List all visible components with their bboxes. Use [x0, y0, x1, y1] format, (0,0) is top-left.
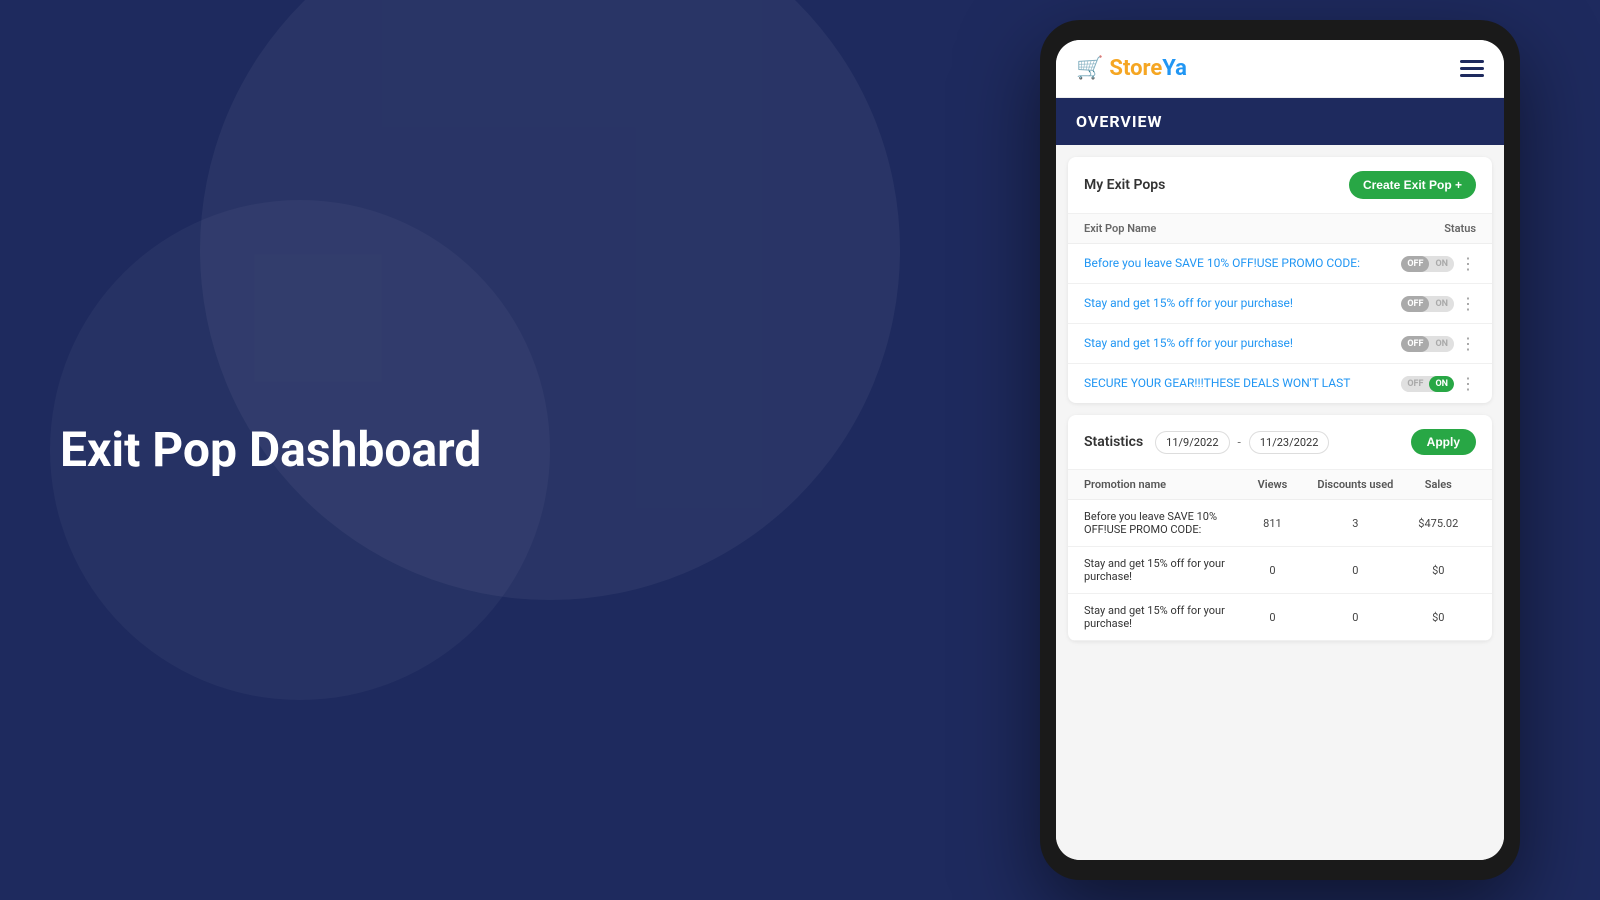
left-section: Exit Pop Dashboard [60, 421, 481, 479]
app-content[interactable]: My Exit Pops Create Exit Pop + Exit Pop … [1056, 145, 1504, 860]
stats-sales: $0 [1401, 611, 1476, 624]
exit-pop-row: Stay and get 15% off for your purchase! … [1068, 284, 1492, 324]
toggle-off-label: OFF [1401, 336, 1429, 352]
exit-pop-row: Before you leave SAVE 10% OFF!USE PROMO … [1068, 244, 1492, 284]
col-name-header: Exit Pop Name [1084, 222, 1156, 235]
toggle-off-label: OFF [1401, 256, 1429, 272]
stats-promo-name: Stay and get 15% off for your purchase! [1084, 557, 1235, 583]
stats-col-promo: Promotion name [1084, 478, 1235, 491]
stats-discounts: 0 [1310, 611, 1400, 624]
exit-pop-row: SECURE YOUR GEAR!!!THESE DEALS WON'T LAS… [1068, 364, 1492, 403]
apply-button[interactable]: Apply [1411, 429, 1476, 455]
stats-views: 811 [1235, 517, 1310, 530]
exit-pop-name: Stay and get 15% off for your purchase! [1084, 295, 1393, 312]
date-to-input[interactable]: 11/23/2022 [1249, 431, 1330, 454]
more-options-icon[interactable]: ⋮ [1460, 374, 1476, 393]
exit-pops-title: My Exit Pops [1084, 177, 1165, 193]
exit-pop-row: Stay and get 15% off for your purchase! … [1068, 324, 1492, 364]
stats-col-discounts: Discounts used [1310, 478, 1400, 491]
stats-sales: $475.02 [1401, 517, 1476, 530]
stats-row: Stay and get 15% off for your purchase! … [1068, 594, 1492, 641]
more-options-icon[interactable]: ⋮ [1460, 254, 1476, 273]
exit-pops-card-header: My Exit Pops Create Exit Pop + [1068, 157, 1492, 214]
exit-pops-table-header: Exit Pop Name Status [1068, 214, 1492, 244]
stats-sales: $0 [1401, 564, 1476, 577]
toggle-switch[interactable]: OFF ON [1401, 376, 1454, 392]
app-header: 🛒 StoreYa [1056, 40, 1504, 98]
statistics-card: Statistics 11/9/2022 - 11/23/2022 Apply … [1068, 415, 1492, 641]
logo-cart-icon: 🛒 [1076, 56, 1103, 81]
row-right: OFF ON ⋮ [1401, 374, 1476, 393]
row-right: OFF ON ⋮ [1401, 334, 1476, 353]
exit-pop-name: Before you leave SAVE 10% OFF!USE PROMO … [1084, 255, 1393, 272]
statistics-table-header: Promotion name Views Discounts used Sale… [1068, 470, 1492, 500]
exit-pop-name: Stay and get 15% off for your purchase! [1084, 335, 1393, 352]
stats-discounts: 3 [1310, 517, 1400, 530]
stats-col-sales: Sales [1401, 478, 1476, 491]
page-title: Exit Pop Dashboard [60, 421, 481, 479]
toggle-on-label: ON [1429, 336, 1454, 352]
row-right: OFF ON ⋮ [1401, 294, 1476, 313]
more-options-icon[interactable]: ⋮ [1460, 294, 1476, 313]
overview-header: OVERVIEW [1056, 98, 1504, 145]
toggle-switch[interactable]: OFF ON [1401, 336, 1454, 352]
logo-text: StoreYa [1109, 56, 1187, 81]
statistics-title: Statistics [1084, 434, 1143, 450]
statistics-header: Statistics 11/9/2022 - 11/23/2022 Apply [1068, 415, 1492, 470]
stats-promo-name: Before you leave SAVE 10% OFF!USE PROMO … [1084, 510, 1235, 536]
more-options-icon[interactable]: ⋮ [1460, 334, 1476, 353]
col-status-header: Status [1444, 222, 1476, 235]
row-right: OFF ON ⋮ [1401, 254, 1476, 273]
logo: 🛒 StoreYa [1076, 56, 1187, 81]
toggle-switch[interactable]: OFF ON [1401, 296, 1454, 312]
stats-views: 0 [1235, 611, 1310, 624]
device-screen: 🛒 StoreYa OVERVIEW My Exit Pops Create E… [1056, 40, 1504, 860]
exit-pop-name: SECURE YOUR GEAR!!!THESE DEALS WON'T LAS… [1084, 375, 1393, 392]
toggle-switch[interactable]: OFF ON [1401, 256, 1454, 272]
date-from-input[interactable]: 11/9/2022 [1155, 431, 1229, 454]
toggle-on-label: ON [1429, 296, 1454, 312]
create-exit-pop-button[interactable]: Create Exit Pop + [1349, 171, 1476, 199]
toggle-on-label: ON [1429, 376, 1454, 392]
toggle-off-label: OFF [1401, 376, 1429, 392]
toggle-off-label: OFF [1401, 296, 1429, 312]
stats-col-views: Views [1235, 478, 1310, 491]
stats-promo-name: Stay and get 15% off for your purchase! [1084, 604, 1235, 630]
exit-pops-card: My Exit Pops Create Exit Pop + Exit Pop … [1068, 157, 1492, 403]
device-frame: 🛒 StoreYa OVERVIEW My Exit Pops Create E… [1040, 20, 1520, 880]
hamburger-menu-icon[interactable] [1460, 60, 1484, 77]
date-separator: - [1238, 435, 1241, 449]
stats-discounts: 0 [1310, 564, 1400, 577]
overview-label: OVERVIEW [1076, 112, 1484, 131]
stats-views: 0 [1235, 564, 1310, 577]
stats-row: Before you leave SAVE 10% OFF!USE PROMO … [1068, 500, 1492, 547]
stats-row: Stay and get 15% off for your purchase! … [1068, 547, 1492, 594]
toggle-on-label: ON [1429, 256, 1454, 272]
